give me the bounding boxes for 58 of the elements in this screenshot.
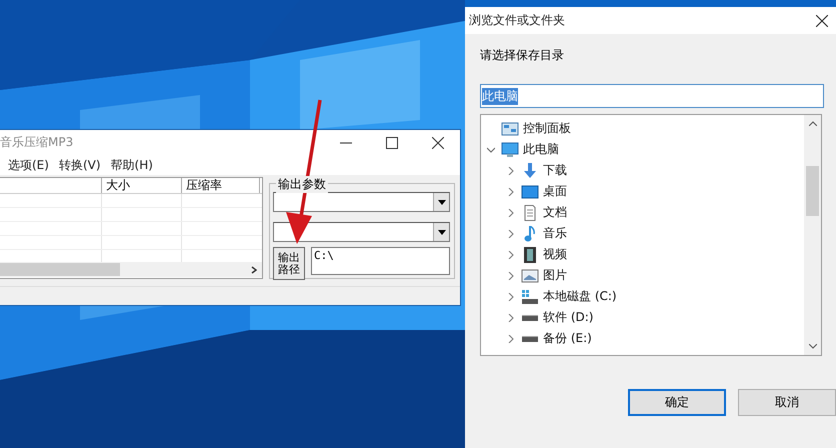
menu-item[interactable]: 帮助(H) <box>110 156 153 174</box>
menu-item[interactable]: 选项(E) <box>8 156 49 174</box>
film-icon <box>521 246 539 262</box>
dropdown-icon <box>438 200 446 204</box>
control-panel-icon <box>501 120 519 136</box>
scrollbar[interactable] <box>0 262 262 277</box>
scroll-down-icon[interactable] <box>808 344 816 349</box>
expand-icon[interactable] <box>507 272 515 280</box>
down-arrow-icon <box>521 162 539 178</box>
scrollbar[interactable] <box>804 115 821 355</box>
tree-item[interactable]: 音乐 <box>481 223 804 244</box>
expand-icon[interactable] <box>507 188 515 196</box>
scroll-up-icon[interactable] <box>808 121 816 126</box>
maximize-icon[interactable] <box>386 136 398 148</box>
scroll-thumb[interactable] <box>806 166 819 216</box>
collapse-icon[interactable] <box>487 146 495 154</box>
path-field[interactable]: C:\ <box>311 247 450 275</box>
output-path-button[interactable]: 输出路径 <box>273 247 305 280</box>
dialog-title: 浏览文件或文件夹 <box>469 12 565 29</box>
tree-item[interactable]: 图片 <box>481 265 804 286</box>
expand-icon[interactable] <box>507 292 515 300</box>
tree-item[interactable]: 控制面板 <box>481 118 804 139</box>
expand-icon[interactable] <box>507 166 515 174</box>
column-header[interactable]: 压缩率 <box>182 178 260 193</box>
expand-icon[interactable] <box>507 208 515 216</box>
scroll-right-icon[interactable] <box>251 266 257 274</box>
expand-icon[interactable] <box>507 250 515 258</box>
dropdown[interactable] <box>273 192 450 212</box>
close-icon[interactable] <box>432 136 444 148</box>
drive-icon <box>522 314 538 320</box>
dropdown[interactable] <box>273 222 450 242</box>
expand-icon[interactable] <box>507 230 515 238</box>
prompt-text: 请选择保存目录 <box>480 47 565 64</box>
tree-item[interactable]: 下载 <box>481 160 804 181</box>
cancel-button[interactable]: 取消 <box>738 389 836 416</box>
expand-icon[interactable] <box>507 314 515 322</box>
close-icon[interactable] <box>816 14 828 26</box>
tree-item[interactable]: 软件 (D:) <box>481 307 804 328</box>
tree-item[interactable]: 视频 <box>481 244 804 265</box>
tree-item[interactable]: 备份 (E:) <box>481 328 804 349</box>
image-icon <box>521 268 539 284</box>
tree-item[interactable]: 本地磁盘 (C:) <box>481 286 804 307</box>
ok-button[interactable]: 确定 <box>628 389 726 416</box>
drive-icon <box>522 336 538 342</box>
tree-item[interactable]: 文档 <box>481 202 804 223</box>
tree-item[interactable]: 此电脑 <box>481 139 804 160</box>
monitor-icon <box>501 142 519 158</box>
column-header[interactable]: 大小 <box>102 178 182 193</box>
monitor-icon <box>521 184 539 200</box>
expand-icon[interactable] <box>507 334 515 342</box>
group-title: 输出参数 <box>276 176 328 193</box>
folder-field[interactable]: 此电脑 <box>480 84 824 108</box>
scroll-thumb[interactable] <box>0 263 120 276</box>
tree-item[interactable]: 桌面 <box>481 181 804 202</box>
window-title: 音乐压缩MP3 <box>0 134 74 151</box>
dropdown-icon <box>438 230 446 234</box>
system-drive-icon <box>521 288 539 304</box>
menu-item[interactable]: 转换(V) <box>58 156 101 174</box>
